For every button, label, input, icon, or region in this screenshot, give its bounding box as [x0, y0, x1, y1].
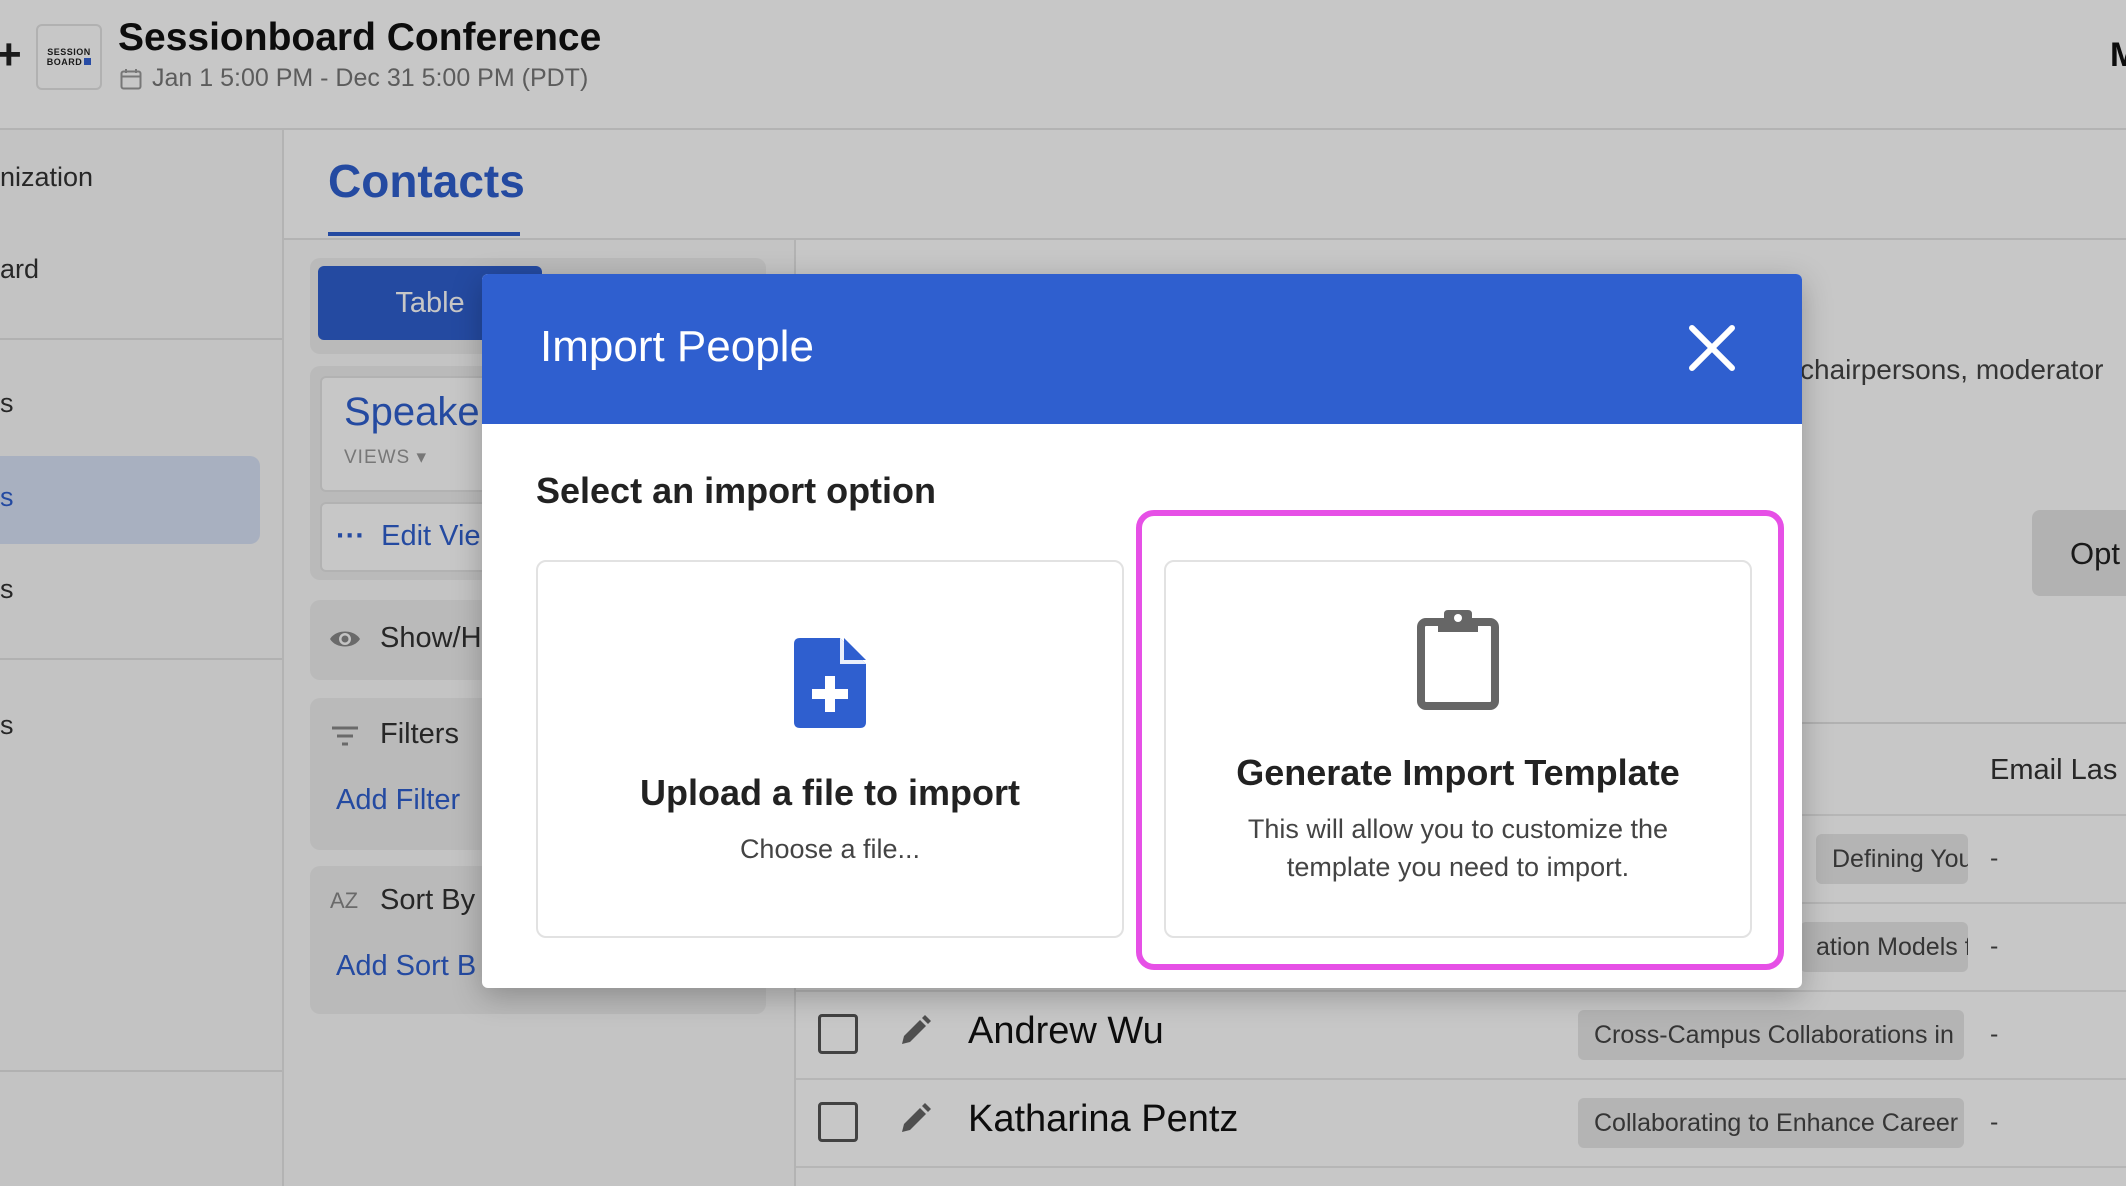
clipboard-icon — [1417, 610, 1499, 710]
template-option-description-line1: This will allow you to customize the — [1247, 814, 1669, 844]
upload-option-description: Choose a file... — [739, 834, 921, 864]
file-plus-icon — [794, 638, 866, 728]
template-option-description-line2: template you need to import. — [1286, 852, 1630, 882]
modal-title: Import People — [540, 322, 814, 371]
generate-template-option[interactable]: Generate Import Template This will allow… — [1164, 560, 1752, 938]
upload-file-option[interactable]: Upload a file to import Choose a file... — [536, 560, 1124, 938]
upload-option-title: Upload a file to import — [639, 772, 1020, 813]
template-option-title: Generate Import Template — [1236, 752, 1680, 793]
close-icon[interactable] — [1682, 318, 1742, 378]
import-people-modal: Import People Select an import option Up… — [482, 274, 1802, 988]
modal-subtitle: Select an import option — [536, 470, 937, 511]
